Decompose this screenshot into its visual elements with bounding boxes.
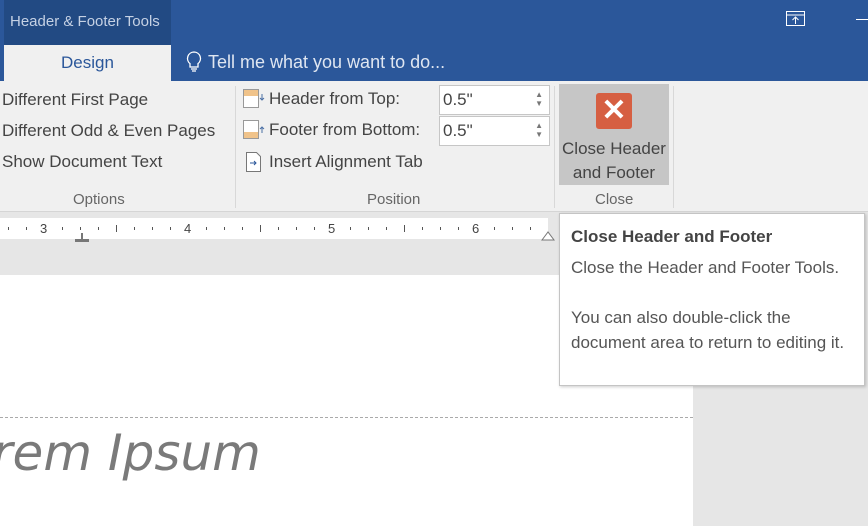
ruler-tick	[296, 226, 297, 230]
ruler-tick	[116, 224, 117, 232]
ruler-tick	[350, 226, 351, 230]
tooltip-line1: Close the Header and Footer Tools.	[571, 258, 840, 277]
show-document-text-checkbox[interactable]: Show Document Text	[2, 152, 162, 172]
header-from-top-spinner[interactable]: 0.5" ▲ ▼	[439, 85, 550, 115]
tab-stop-marker[interactable]	[75, 233, 89, 242]
header-position-icon	[243, 89, 265, 108]
ruler-tick	[458, 226, 459, 230]
tell-me-text: Tell me what you want to do...	[208, 51, 446, 72]
group-divider	[554, 86, 555, 208]
minimize-button[interactable]	[856, 19, 868, 20]
header-from-top-label: Header from Top:	[243, 89, 400, 109]
different-odd-even-checkbox[interactable]: Different Odd & Even Pages	[2, 121, 215, 141]
ruler-tick	[530, 226, 531, 230]
document-heading[interactable]: rem Ipsum	[0, 424, 261, 482]
alignment-tab-icon	[246, 152, 261, 172]
close-x-icon: ✕	[596, 93, 632, 129]
spinner-arrows-icon[interactable]: ▲ ▼	[535, 121, 543, 139]
ruler-tick	[314, 226, 315, 230]
ruler-tick	[404, 224, 405, 232]
ruler-tick	[278, 226, 279, 230]
group-divider	[235, 86, 236, 208]
options-group-label: Options	[73, 191, 125, 208]
different-first-page-checkbox[interactable]: Different First Page	[2, 90, 148, 110]
insert-alignment-tab-button[interactable]: Insert Alignment Tab	[243, 151, 423, 173]
ruler-tick	[170, 226, 171, 230]
ruler-tick	[368, 226, 369, 230]
ruler-label: 6	[472, 221, 480, 236]
tooltip-title: Close Header and Footer	[571, 227, 773, 246]
ruler-label: 5	[328, 221, 336, 236]
tooltip: Close Header and Footer Close the Header…	[559, 213, 865, 386]
footer-from-bottom-spinner[interactable]: 0.5" ▲ ▼	[439, 116, 550, 146]
close-group-label: Close	[595, 191, 634, 208]
ruler-tick	[206, 226, 207, 230]
ruler-tick	[386, 226, 387, 230]
lightbulb-icon	[186, 51, 202, 72]
tab-design[interactable]: Design	[4, 45, 171, 81]
ruler-tick	[134, 226, 135, 230]
ruler-tick	[62, 226, 63, 230]
context-tab-label: Header & Footer Tools	[4, 0, 171, 45]
ruler-tick	[494, 226, 495, 230]
ruler-tick	[80, 226, 81, 230]
ruler-tick	[440, 226, 441, 230]
group-divider	[673, 86, 674, 208]
ruler-tick	[242, 226, 243, 230]
close-header-footer-button[interactable]: ✕ Close Header and Footer	[559, 84, 669, 185]
tooltip-line2: You can also double-click the document a…	[571, 308, 845, 352]
ruler-tick	[98, 226, 99, 230]
ruler-label: 4	[184, 221, 192, 236]
right-indent-marker[interactable]	[541, 229, 555, 241]
spinner-arrows-icon[interactable]: ▲ ▼	[535, 90, 543, 108]
footer-from-bottom-label: Footer from Bottom:	[243, 120, 420, 140]
ruler-tick	[422, 226, 423, 230]
header-boundary-line	[0, 417, 693, 418]
ribbon-display-options-icon[interactable]	[786, 11, 806, 27]
footer-position-icon	[243, 120, 265, 139]
ruler-tick	[512, 226, 513, 230]
ruler-label: 3	[40, 221, 48, 236]
ruler-tick	[8, 226, 9, 230]
ruler-tick	[260, 224, 261, 232]
ruler-tick	[26, 226, 27, 230]
tell-me-search[interactable]: Tell me what you want to do...	[186, 51, 445, 73]
position-group-label: Position	[367, 191, 421, 208]
ruler-tick	[152, 226, 153, 230]
ruler-tick	[224, 226, 225, 230]
